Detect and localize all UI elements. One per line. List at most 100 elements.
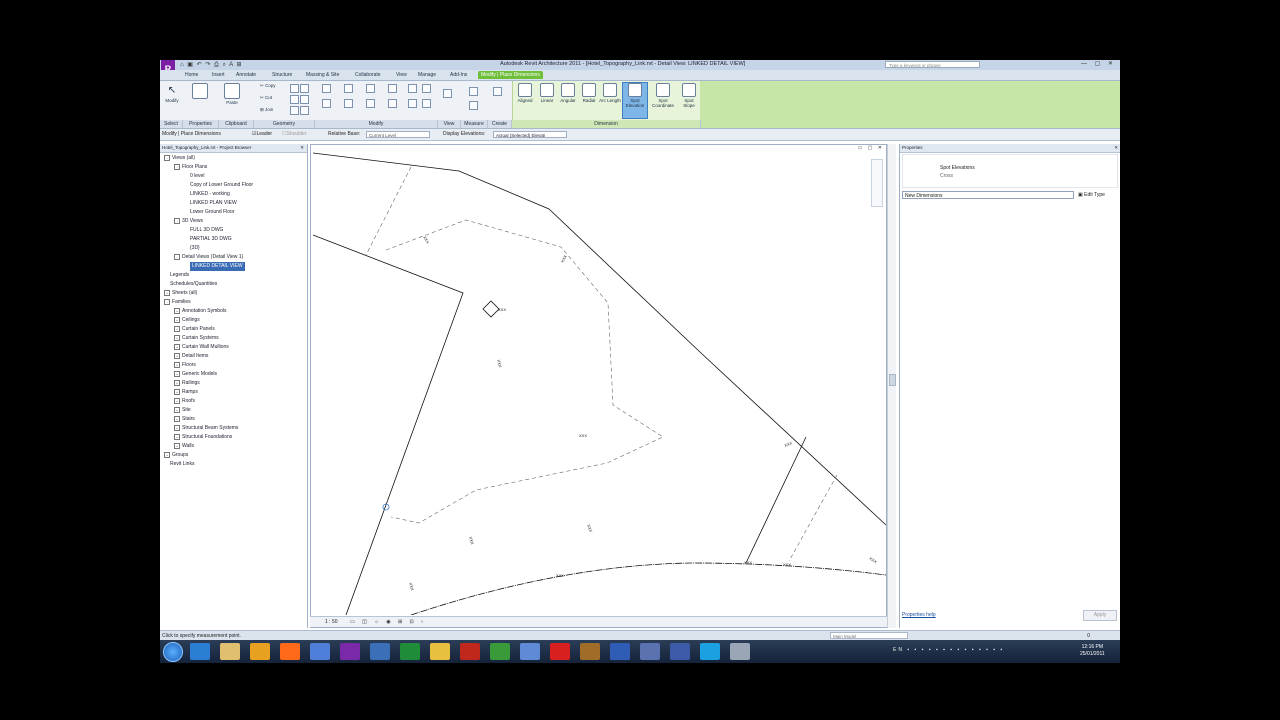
media-icon[interactable]	[250, 643, 270, 660]
browser-item[interactable]: + Detail Items	[174, 352, 208, 361]
tab-insert[interactable]: Insert	[212, 71, 225, 79]
photoshop-icon[interactable]	[670, 643, 690, 660]
browser-item[interactable]: {3D}	[190, 244, 200, 253]
delete-tool[interactable]	[422, 99, 431, 108]
view-control-icons[interactable]: ▭ ◫ ☼ ◉ ⊞ ⊡ ‹	[350, 617, 426, 627]
panel-dimension[interactable]: Dimension	[512, 120, 701, 128]
archicad-icon[interactable]	[580, 643, 600, 660]
expand-icon[interactable]: +	[174, 424, 180, 431]
properties-help-link[interactable]: Properties help	[902, 612, 936, 618]
geometry-tool-4[interactable]	[300, 95, 309, 104]
expand-icon[interactable]: +	[174, 415, 180, 422]
expand-icon[interactable]: +	[174, 433, 180, 440]
tab-manage[interactable]: Manage	[418, 71, 436, 79]
browser-item[interactable]: -3D Views	[174, 217, 203, 226]
browser-item[interactable]: + Railings	[174, 379, 200, 388]
split-tool[interactable]	[408, 84, 417, 93]
array-tool[interactable]	[408, 99, 417, 108]
spot-slope-button[interactable]: Spot Slope	[678, 83, 700, 108]
expand-icon[interactable]: +	[174, 361, 180, 368]
firefox-icon[interactable]	[280, 643, 300, 660]
tab-structure[interactable]: Structure	[272, 71, 292, 79]
excel-icon[interactable]	[400, 643, 420, 660]
expand-icon[interactable]: +	[174, 442, 180, 449]
scale-tool[interactable]	[422, 84, 431, 93]
paste-button[interactable]: Paste	[222, 83, 242, 105]
spot-coordinate-button[interactable]: Spot Coordinate	[649, 83, 677, 108]
spot-elevation-button[interactable]: Spot Elevation	[622, 82, 648, 119]
3d-icon[interactable]	[370, 643, 390, 660]
scrollbar-thumb[interactable]	[889, 374, 896, 386]
display-elevations-dropdown[interactable]: Actual (Selected) Elevati	[493, 131, 567, 138]
browser-item[interactable]: + Floors	[174, 361, 196, 370]
browser-item[interactable]: Copy of Lower Ground Floor	[190, 181, 253, 190]
apply-button[interactable]: Apply	[1083, 610, 1117, 621]
browser-item[interactable]: + Curtain Wall Mullions	[174, 343, 229, 352]
autocad-icon[interactable]	[550, 643, 570, 660]
expand-icon[interactable]: +	[174, 397, 180, 404]
window-controls[interactable]: — ▢ ✕	[1081, 60, 1116, 67]
type-selector[interactable]: Spot Elevations Cross	[902, 154, 1118, 188]
expand-icon[interactable]: +	[174, 307, 180, 314]
close-icon[interactable]: ✕	[1114, 144, 1118, 152]
browser-item[interactable]: LINKED DETAIL VIEW	[190, 262, 245, 271]
collapse-icon[interactable]: -	[174, 217, 180, 224]
active-model-dropdown[interactable]: Main Model	[830, 632, 908, 639]
browser-item[interactable]: Schedules/Quantities	[170, 280, 217, 289]
browser-item[interactable]: PARTIAL 3D DWG	[190, 235, 232, 244]
browser-item[interactable]: - Views (all)	[164, 154, 195, 163]
panel-create[interactable]: Create	[488, 120, 512, 128]
expand-icon[interactable]: +	[164, 289, 170, 296]
geometry-tool-2[interactable]	[300, 84, 309, 93]
browser-item[interactable]: + Roofs	[174, 397, 195, 406]
linear-dimension-button[interactable]: Linear	[537, 83, 557, 103]
offset-tool[interactable]	[344, 84, 353, 93]
tab-modify-place-dimensions[interactable]: Modify | Place Dimensions	[478, 71, 543, 79]
doc-icon[interactable]	[520, 643, 540, 660]
expand-icon[interactable]: +	[174, 316, 180, 323]
browser-item[interactable]: + Curtain Systems	[174, 334, 219, 343]
relative-base-dropdown[interactable]: Current Level	[366, 131, 430, 138]
tab-add-ins[interactable]: Add-Ins	[450, 71, 467, 79]
expand-icon[interactable]: +	[164, 451, 170, 458]
browser-item[interactable]: + Stairs	[174, 415, 195, 424]
mirror-draw-tool[interactable]	[388, 84, 397, 93]
browser-item[interactable]: LINKED PLAN VIEW	[190, 199, 237, 208]
measure-tool-2[interactable]	[469, 101, 478, 110]
collapse-icon[interactable]: -	[174, 163, 180, 170]
browser-item[interactable]: + Structural Foundations	[174, 433, 232, 442]
tab-view[interactable]: View	[396, 71, 407, 79]
browser-item[interactable]: Legends	[170, 271, 189, 280]
geometry-tool-1[interactable]	[290, 84, 299, 93]
mirror-tool[interactable]	[366, 84, 375, 93]
browser-item[interactable]: + Groups	[164, 451, 188, 460]
rotate-tool[interactable]	[366, 99, 375, 108]
angular-dimension-button[interactable]: Angular	[557, 83, 579, 103]
browser-item[interactable]: 0 level	[190, 172, 204, 181]
tab-collaborate[interactable]: Collaborate	[355, 71, 381, 79]
browser-item[interactable]: + Ramps	[174, 388, 198, 397]
search-input[interactable]: Type a keyword or phrase	[885, 61, 980, 68]
browser-item[interactable]: + Structural Beam Systems	[174, 424, 238, 433]
radial-dimension-button[interactable]: Radial	[579, 83, 599, 103]
browser-item[interactable]: + Site	[174, 406, 191, 415]
paint-icon[interactable]	[310, 643, 330, 660]
window-icon[interactable]	[730, 643, 750, 660]
expand-icon[interactable]: +	[174, 379, 180, 386]
tab-annotate[interactable]: Annotate	[236, 71, 256, 79]
collapse-icon[interactable]: -	[164, 154, 170, 161]
geometry-tool-6[interactable]	[300, 106, 309, 115]
view-tool[interactable]	[443, 89, 452, 98]
browser-item[interactable]: - Families	[164, 298, 191, 307]
word-icon[interactable]	[610, 643, 630, 660]
panel-properties[interactable]: Properties	[183, 120, 219, 128]
browser-item[interactable]: + Sheets (all)	[164, 289, 197, 298]
system-tray[interactable]: EN ▪ ▪ ▪ ▪ ▪ ▪ ▪ ▪ ▪ ▪ ▪ ▪ ▪ ▪	[893, 647, 1004, 653]
browser-item[interactable]: + Annotation Symbols	[174, 307, 226, 316]
browser-item[interactable]: LINKED - working	[190, 190, 230, 199]
acrobat-icon[interactable]	[460, 643, 480, 660]
expand-icon[interactable]: +	[174, 406, 180, 413]
modify-button[interactable]: ↖ Modify	[162, 85, 182, 103]
browser-item[interactable]: + Generic Models	[174, 370, 217, 379]
cut-button[interactable]: ✂ Cut	[260, 95, 286, 101]
